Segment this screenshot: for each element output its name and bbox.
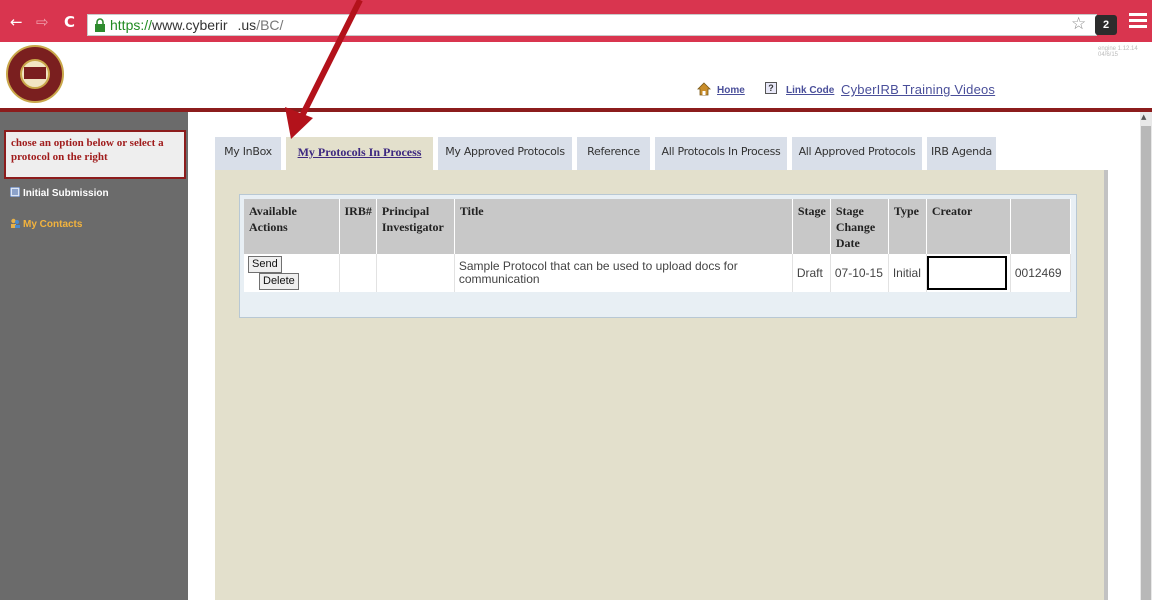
forward-icon[interactable]: ⇨: [36, 13, 49, 31]
browser-toolbar: ← ⇨ C https://www.cyberir .us/BC/ ☆ 2: [0, 0, 1152, 42]
protocol-id-cell[interactable]: 0012469: [1010, 254, 1071, 292]
column-header: IRB#: [339, 199, 377, 254]
reload-icon[interactable]: C: [64, 13, 75, 31]
protocol-grid-container: Available Actions IRB# Principal Investi…: [239, 194, 1077, 318]
url-text: https://www.cyberir .us/BC/: [110, 17, 284, 33]
send-button[interactable]: Send: [248, 256, 282, 273]
training-videos-link[interactable]: CyberIRB Training Videos: [841, 82, 995, 97]
scrollbar-thumb[interactable]: [1141, 126, 1151, 600]
address-bar[interactable]: https://www.cyberir .us/BC/: [87, 14, 1097, 36]
column-header: Creator: [926, 199, 1011, 254]
creator-cell: [926, 254, 1011, 292]
tab-irb-agenda[interactable]: IRB Agenda: [927, 137, 996, 170]
column-header: [1010, 199, 1071, 254]
tab-reference[interactable]: Reference: [577, 137, 650, 170]
column-header: Available Actions: [244, 199, 340, 254]
sidebar-item-label: My Contacts: [23, 219, 83, 230]
contacts-icon: [11, 218, 20, 228]
tab-my-approved-protocols[interactable]: My Approved Protocols: [438, 137, 572, 170]
tab-panel: Available Actions IRB# Principal Investi…: [215, 170, 1108, 600]
stage-date-cell: 07-10-15: [830, 254, 889, 292]
page-scrollbar[interactable]: ▲: [1140, 112, 1152, 600]
sidebar-item-my-contacts[interactable]: My Contacts: [10, 218, 82, 230]
extension-icon[interactable]: 2: [1095, 15, 1117, 35]
column-header: Type: [888, 199, 927, 254]
scroll-up-icon[interactable]: ▲: [1141, 113, 1146, 121]
form-icon: [10, 187, 20, 197]
help-icon[interactable]: ?: [765, 82, 777, 94]
main-content: My InBox My Protocols In Process My Appr…: [188, 112, 1140, 600]
menu-icon[interactable]: [1129, 13, 1147, 31]
left-sidebar: chose an option below or select a protoc…: [0, 112, 188, 600]
table-row[interactable]: Send Delete Sample Protocol that can be …: [244, 254, 1071, 292]
creator-highlight-box: [926, 256, 1007, 290]
column-header: Title: [454, 199, 793, 254]
home-icon[interactable]: [697, 82, 711, 96]
version-label: engine 1.12.14 04/6/15: [1098, 46, 1138, 58]
column-header: Principal Investigator: [376, 199, 455, 254]
type-cell: Initial: [888, 254, 927, 292]
university-seal-logo: [6, 45, 64, 103]
sidebar-item-initial-submission[interactable]: Initial Submission: [10, 187, 109, 199]
pi-cell: [376, 254, 455, 292]
home-link[interactable]: Home: [717, 85, 745, 96]
irb-cell: [339, 254, 377, 292]
lock-icon: [95, 18, 105, 32]
back-icon[interactable]: ←: [10, 13, 23, 31]
tab-all-protocols-in-process[interactable]: All Protocols In Process: [655, 137, 787, 170]
bookmark-star-icon[interactable]: ☆: [1071, 14, 1086, 34]
column-header: Stage: [792, 199, 831, 254]
stage-cell: Draft: [792, 254, 831, 292]
column-header: Stage Change Date: [830, 199, 889, 254]
sidebar-instruction: chose an option below or select a protoc…: [4, 130, 186, 179]
tab-my-inbox[interactable]: My InBox: [215, 137, 281, 170]
protocols-table: Available Actions IRB# Principal Investi…: [244, 199, 1071, 292]
tab-all-approved-protocols[interactable]: All Approved Protocols: [792, 137, 922, 170]
title-cell[interactable]: Sample Protocol that can be used to uplo…: [454, 254, 793, 292]
link-code-link[interactable]: Link Code: [786, 85, 834, 96]
actions-cell: Send Delete: [244, 254, 340, 292]
site-header: engine 1.12.14 04/6/15 Home ? Link Code …: [0, 42, 1152, 108]
tab-my-protocols-in-process[interactable]: My Protocols In Process: [286, 137, 433, 170]
sidebar-item-label: Initial Submission: [23, 188, 109, 199]
delete-button[interactable]: Delete: [259, 273, 299, 290]
